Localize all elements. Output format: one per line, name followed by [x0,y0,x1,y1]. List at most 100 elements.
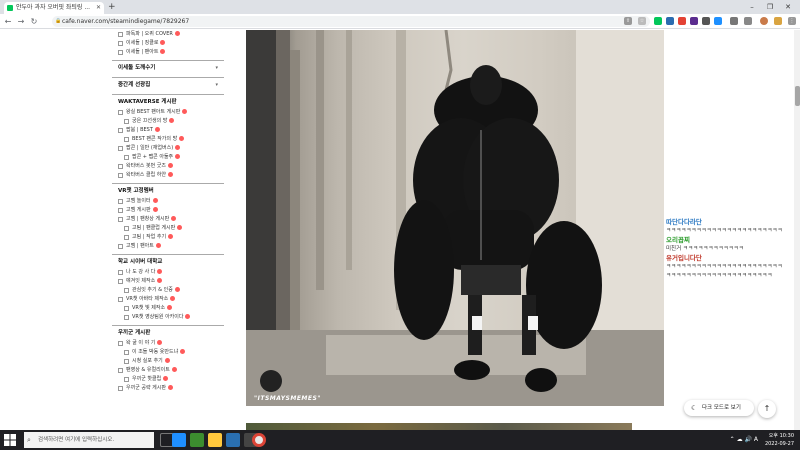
sidebar-menu-item[interactable]: VR챗 영상팀원 아카이다 [112,313,224,322]
board-icon [124,350,129,355]
extension-v-icon[interactable] [714,17,722,25]
sidebar-menu-item[interactable]: VR챗 아바타 제작소 [112,295,224,304]
sidebar-section-header[interactable]: WAKTAVERSE 게시판 [112,94,224,108]
sidebar-menu-item[interactable]: 이 조들 박동 옷만드냐 [112,348,224,357]
taskbar-search-field[interactable]: ⌕ 검색하려면 여기에 입력하십시오. [24,432,154,448]
sidebar-menu-label: VR챗 빛 제작소 [132,305,166,311]
new-badge-icon [171,216,177,221]
profile-avatar-icon[interactable] [760,17,768,25]
sidebar-menu-item[interactable]: 궁은 끄선생의 방 [112,117,224,126]
app-v-icon[interactable] [226,433,240,447]
chat-text: 미친거 ㅋㅋㅋㅋㅋㅋㅋㅋㅋㅋㅋㅋ [666,246,744,252]
sidebar-menu-item[interactable]: 고멤 놀이터 [112,197,224,206]
chevron-down-icon[interactable]: ▾ [215,61,218,75]
chat-username[interactable]: 오리꼽찌 [666,236,800,245]
extension-green-icon[interactable] [654,17,662,25]
sidebar-menu-item[interactable]: 왁 굴 이 야 기 [112,339,224,348]
sidebar-menu-item[interactable]: 얘겨잇 제작소 [112,277,224,286]
extension-purple-icon[interactable] [690,17,698,25]
sidebar-menu-item[interactable]: 나 도 강 사 다 [112,268,224,277]
clock[interactable]: 오후 10:30 2022-09-27 [765,432,794,448]
sidebar-menu-item[interactable]: 관심잇 추기 & 인증 [112,286,224,295]
sidebar-menu-label: 이 조들 박동 옷만드냐 [132,349,179,355]
menu-dots-icon[interactable]: ⋮ [788,17,796,25]
sidebar-menu-item[interactable]: 고멤 게시판 [112,206,224,215]
sidebar-menu-item[interactable]: 왁타버스 클립 하얀 [112,171,224,180]
sidebar-menu-item[interactable]: 팝붐 | BEST [112,126,224,135]
sidebar-menu-item[interactable]: 시청 실포 추기 [112,357,224,366]
sidebar-menu-item[interactable]: 고팀 | 작업 추기 [112,233,224,242]
scrollbar-thumb[interactable] [795,86,800,106]
sidebar-menu-item[interactable]: 우끼군 핫클립 [112,375,224,384]
sidebar-menu-label: 팝붐 | BEST [126,127,153,133]
sidebar-menu-item[interactable]: BEST 팬콘 작가의 방 [112,135,224,144]
sidebar-menu-item[interactable]: VR챗 빛 제작소 [112,304,224,313]
tab-close-icon[interactable]: ✕ [96,2,101,14]
sidebar-menu-item[interactable]: 파독파 | 오퀴 COVER [112,30,224,39]
chat-message: 유거입니다단 ㅋㅋㅋㅋㅋㅋㅋㅋㅋㅋㅋㅋㅋㅋㅋㅋㅋㅋㅋㅋㅋㅋㅋ ㅋㅋㅋㅋㅋㅋㅋㅋㅋㅋㅋ… [666,254,800,281]
board-icon [118,341,123,346]
chevron-down-icon[interactable]: ▾ [215,78,218,92]
sidebar-menu-item[interactable]: 이세돌 | 팬아트 [112,48,224,57]
sidebar-menu-item[interactable]: 고팀 | 팬클럽 게시판 [112,224,224,233]
board-icon [124,306,129,311]
extensions-puzzle-icon[interactable] [730,17,738,25]
maximize-icon[interactable]: ❐ [762,0,778,14]
post-image[interactable]: "ITSMAYSMEMES" [246,30,664,406]
minimize-icon[interactable]: – [744,0,760,14]
chat-username[interactable]: 유거입니다단 [666,254,800,263]
sidebar-menu-item[interactable]: 팬영상 & 유컬리이트 [112,366,224,375]
forward-icon[interactable]: → [16,15,26,28]
naver-cafe-favicon-icon [7,5,13,11]
sidebar-section-header[interactable]: 학교 시이버 대학교 [112,254,224,268]
bookmark-star-icon[interactable]: ☆ [638,17,646,25]
file-explorer-icon[interactable] [208,433,222,447]
board-icon [118,270,123,275]
browser-tab[interactable]: 안두아 과자 오버핏 좌틔링 ... ✕ [4,2,104,14]
sidebar-section-title: 이세돌 도깨수기 [118,65,156,71]
sidebar-menu-label: 고팀 | 팬클럽 게시판 [132,225,176,231]
chat-username[interactable]: 따단다다라단 [666,218,800,227]
sidebar-menu-item[interactable]: 고멤 | 팬창상 게시판 [112,215,224,224]
sidebar-menu-item[interactable]: 이세돌 | 징클로 [112,39,224,48]
chat-message: 따단다다라단 ㅋㅋㅋㅋㅋㅋㅋㅋㅋㅋㅋㅋㅋㅋㅋㅋㅋㅋㅋㅋㅋㅋㅋ [666,218,800,236]
system-tray-icons[interactable]: ⌃ ☁ 🔊 A [730,430,758,450]
sidebar-menu-item[interactable]: 팝콘 | 일반 (재업버스) [112,144,224,153]
sidebar-section-header[interactable]: VR챗 고정멤버 [112,183,224,197]
edge-browser-icon[interactable] [172,433,186,447]
sidebar-menu-label: 고멤 게시판 [126,207,151,213]
new-tab-button[interactable]: + [108,1,116,13]
reload-icon[interactable]: ↻ [29,15,39,28]
board-icon [124,315,129,320]
extension-blue-icon[interactable] [666,17,674,25]
extension-red-icon[interactable] [678,17,686,25]
sidebar-menu-item[interactable]: 고멤 | 팬아트 [112,242,224,251]
sidebar-section-header[interactable]: 중간계 선광집 ▾ [112,77,224,91]
extension-gray-icon[interactable] [702,17,710,25]
new-badge-icon [180,349,186,354]
board-icon [124,226,129,231]
sidebar-section-header[interactable]: 이세돌 도깨수기 ▾ [112,60,224,74]
url-field[interactable]: 🔒 cafe.naver.com/steamindiegame/7829267 [52,16,650,27]
sidebar-menu-item[interactable]: 팝콘 + 팹콘 아둘주 [112,153,224,162]
photo-illustration [246,30,664,406]
close-window-icon[interactable]: ✕ [780,0,796,14]
chrome-icon[interactable] [252,433,266,447]
dark-mode-button[interactable]: ☾ 다크 모드로 보기 [684,400,754,416]
back-icon[interactable]: ← [3,15,13,28]
chat-text: ㅋㅋㅋㅋㅋㅋㅋㅋㅋㅋㅋㅋㅋㅋㅋㅋㅋㅋㅋㅋㅋㅋㅋ [666,264,783,270]
user-avatar-icon[interactable] [260,370,282,392]
windows-start-icon[interactable] [4,434,16,446]
sidebar-menu-item[interactable]: 왁타버스 봇번 굿즈 [112,162,224,171]
reading-list-icon[interactable] [744,17,752,25]
scroll-top-button[interactable]: ↑ [758,400,776,418]
board-icon [124,359,129,364]
share-icon[interactable]: ⇪ [624,17,632,25]
sidebar-menu-item[interactable]: 우끼군 공략 게시판 [112,384,224,393]
minecraft-icon[interactable] [190,433,204,447]
sidebar-menu-item[interactable]: 왕실 BEST 팬아트 게시판 [112,108,224,117]
sidebar-section-header[interactable]: 우끼군 게시판 [112,325,224,339]
board-icon [118,164,123,169]
sidebar-section-title: WAKTAVERSE 게시판 [118,99,177,105]
update-icon[interactable] [774,17,782,25]
